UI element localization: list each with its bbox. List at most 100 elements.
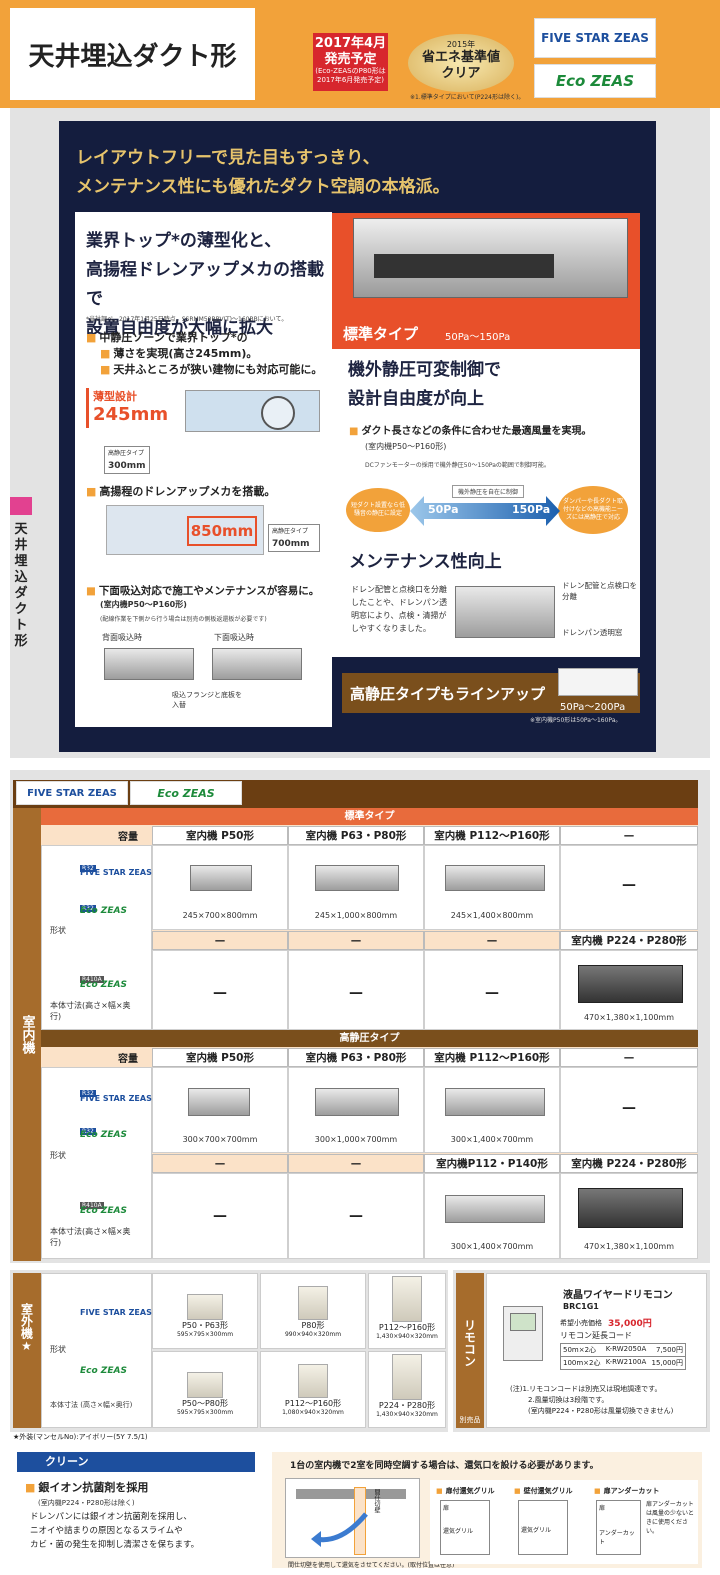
grille-opt-3: 扉アンダーカット xyxy=(594,1483,660,1499)
out-five-2-name: P80形 xyxy=(301,1321,325,1330)
remote-price-label: 希望小売価格 xyxy=(560,1319,602,1327)
ext-row-2-price: 15,000円 xyxy=(651,1359,684,1367)
airflow-sub: (室内機P50〜P160形) xyxy=(365,442,447,451)
remote-side-label: リモコン xyxy=(456,1273,484,1413)
hp-sub-4: 室内機 P224・P280形 xyxy=(560,1154,698,1173)
sold-separately-tag: 別売品 xyxy=(456,1413,484,1428)
undercut-note: 扉アンダーカットは風量の少ないときに使用ください。 xyxy=(646,1501,695,1535)
std-head-2: 室内機 P63・P80形 xyxy=(288,826,424,845)
hp-unit-p112-140 xyxy=(445,1195,545,1223)
hp-callout: 高静圧タイプ 300mm xyxy=(104,446,150,474)
std-sub-1: — xyxy=(152,931,288,950)
hp-cap-label: 容量 xyxy=(118,1054,138,1065)
out-eco-2: P112〜P160形 1,080×940×320mm xyxy=(260,1351,366,1428)
release-line1: 2017年4月 xyxy=(314,36,387,51)
thin-value: 245mm xyxy=(93,404,169,425)
maintenance-heading: メンテナンス性向上 xyxy=(349,552,502,572)
fan-icon xyxy=(261,396,295,430)
grille-label-2: 還気グリル xyxy=(521,1527,552,1534)
two-room-title: 1台の室内機で2室を同時空調する場合は、還気口を設ける必要があります。 xyxy=(290,1461,599,1471)
bottom-intake-sub: (室内機P50〜P160形) xyxy=(100,600,187,609)
door-label-3: 扉 xyxy=(599,1505,606,1512)
out-five-1-dim: 595×795×300mm xyxy=(176,1331,234,1338)
remote-ext-label: リモコン延長コード xyxy=(560,1331,632,1340)
std-eco-brand: Eco ZEAS xyxy=(80,906,127,916)
ext-table: 50m×2心 K-RW2050A 7,500円 100m×2心 K-RW2100A 15… xyxy=(560,1343,686,1370)
hp-type-band: 高静圧タイプ xyxy=(41,1030,698,1047)
hp-sub-1: — xyxy=(152,1154,288,1173)
std-eco-brand-2: Eco ZEAS xyxy=(80,980,127,990)
std-type-label: 標準タイプ xyxy=(343,325,419,343)
bullet-thin-l1: 中静圧ゾーンで業界トップ*の xyxy=(86,330,326,346)
out-eco-3-dim: 1,430×940×320mm xyxy=(376,1411,438,1418)
hp-sub-3: 室内機P112・P140形 xyxy=(424,1154,560,1173)
ext-row-2: 100m×2心 K-RW2100A 15,000円 xyxy=(561,1357,685,1369)
hp-unit-p224 xyxy=(578,1188,683,1228)
bullet-thin-l2: 薄さを実現(高さ245mm)。 xyxy=(86,346,326,362)
door-label-1: 扉 xyxy=(443,1505,450,1512)
remote-screen-icon xyxy=(510,1313,536,1331)
release-line2: 発売予定 xyxy=(324,51,377,67)
ext-row-1-len: 50m×2心 xyxy=(563,1346,597,1354)
out-five-1-image xyxy=(187,1294,223,1320)
bullet-bottom-intake: 下面吸込対応で施工やメンテナンスが容易に。 xyxy=(86,583,319,599)
std-unit-p63 xyxy=(315,865,399,891)
thin-unit-diagram xyxy=(185,390,320,432)
hp-five-brand: FIVE STAR ZEAS xyxy=(80,1094,152,1103)
hp-head-3: 室内機 P112〜P160形 xyxy=(424,1048,560,1067)
back-intake-image xyxy=(104,648,194,680)
std-head-4: — xyxy=(560,826,698,845)
out-eco-2-image xyxy=(298,1364,328,1398)
out-five-1: P50・P63形 595×795×300mm xyxy=(152,1273,258,1349)
hp-unit-image xyxy=(558,668,638,696)
std-line1: 省エネ基準値 xyxy=(421,50,500,65)
five-star-logo: FIVE STAR ZEAS xyxy=(534,18,656,58)
headline-note: *当社調べ。2017年1月25日時点。SSRMM50BBV(T)〜160BBにお… xyxy=(86,316,288,323)
maint-callout-2: ドレンパン透明窓 xyxy=(562,628,623,637)
std-five-brand: FIVE STAR ZEAS xyxy=(80,868,152,877)
bullet-thin-l3: 天井ふところが狭い建物にも対応可能に。 xyxy=(86,362,326,378)
ext-row-1-price: 7,500円 xyxy=(655,1346,683,1354)
hp-dim-2: 300×1,000×700mm xyxy=(314,1135,398,1144)
remote-notes: (注)1.リモコンコードは別売又は現地調達です。 2.風量切換は3段階です。 (… xyxy=(510,1384,673,1417)
std-sub-4: 室内機 P224・P280形 xyxy=(560,931,698,950)
hp-head-1: 室内機 P50形 xyxy=(152,1048,288,1067)
back-intake-label: 背面吸込時 xyxy=(102,633,142,642)
maintenance-text: ドレン配管と点検口を分離したことや、ドレンパン透明窓により、点検・清掃がしやすく… xyxy=(351,585,448,633)
outdoor-label-text: 室外機★ xyxy=(19,1303,34,1353)
outdoor-eco-brand: Eco ZEAS xyxy=(80,1366,127,1376)
std-line2: クリア xyxy=(441,66,481,82)
out-five-2: P80形 990×940×320mm xyxy=(260,1273,366,1349)
duct-outlet xyxy=(374,254,554,278)
airflow-arrow-icon xyxy=(311,1512,368,1547)
hp-lineup-range: 50Pa〜200Pa xyxy=(560,702,626,713)
hp-head-4: — xyxy=(560,1048,698,1067)
duct-unit-image xyxy=(343,210,641,310)
out-five-3: P112〜P160形 1,430×940×320mm xyxy=(368,1273,446,1349)
out-eco-3: P224・P280形 1,430×940×320mm xyxy=(368,1351,446,1428)
std-dim-2: 245×1,000×800mm xyxy=(314,911,398,920)
ext-row-1-model: K-RW2050A xyxy=(605,1345,647,1353)
airflow-note: DCファンモーターの採用で機外静圧50〜150Paの範囲で制御可能。 xyxy=(365,462,550,469)
clean-text-3: カビ・菌の発生を抑制し清潔さを保ちます。 xyxy=(30,1540,200,1550)
outdoor-dim-label: 本体寸法 (高さ×幅×奥行) xyxy=(50,1401,133,1409)
duct-body xyxy=(353,218,628,298)
right-headline-l2: 設計自由度が向上 xyxy=(348,389,484,409)
undercut-label: アンダーカット xyxy=(599,1530,635,1546)
hp-eco-brand-2: Eco ZEAS xyxy=(80,1206,127,1216)
clean-header: クリーン xyxy=(17,1452,255,1472)
ext-row-1: 50m×2心 K-RW2050A 7,500円 xyxy=(561,1344,685,1357)
hp-dim-1: 300×700×700mm xyxy=(182,1135,258,1144)
clean-title: 銀イオン抗菌剤を採用 xyxy=(25,1480,148,1496)
ext-row-2-len: 100m×2心 xyxy=(563,1359,601,1367)
std-row2-dash-1: — xyxy=(213,985,227,1001)
std-head-1: 室内機 P50形 xyxy=(152,826,288,845)
ceiling-duct-shape xyxy=(296,1489,406,1499)
out-eco-1-name: P50〜P80形 xyxy=(181,1399,228,1408)
shape-label-hp: 形状 xyxy=(50,1151,66,1160)
remote-note-3: (室内機P224・P280形は風量切換できません) xyxy=(528,1407,674,1415)
bottom-intake-image xyxy=(212,648,302,680)
clean-text-2: ニオイや詰まりの原因となるスライムや xyxy=(30,1526,183,1536)
bullet-thin: 中静圧ゾーンで業界トップ*の 薄さを実現(高さ245mm)。 天井ふところが狭い… xyxy=(86,330,326,378)
std-unit-p224 xyxy=(578,965,683,1003)
